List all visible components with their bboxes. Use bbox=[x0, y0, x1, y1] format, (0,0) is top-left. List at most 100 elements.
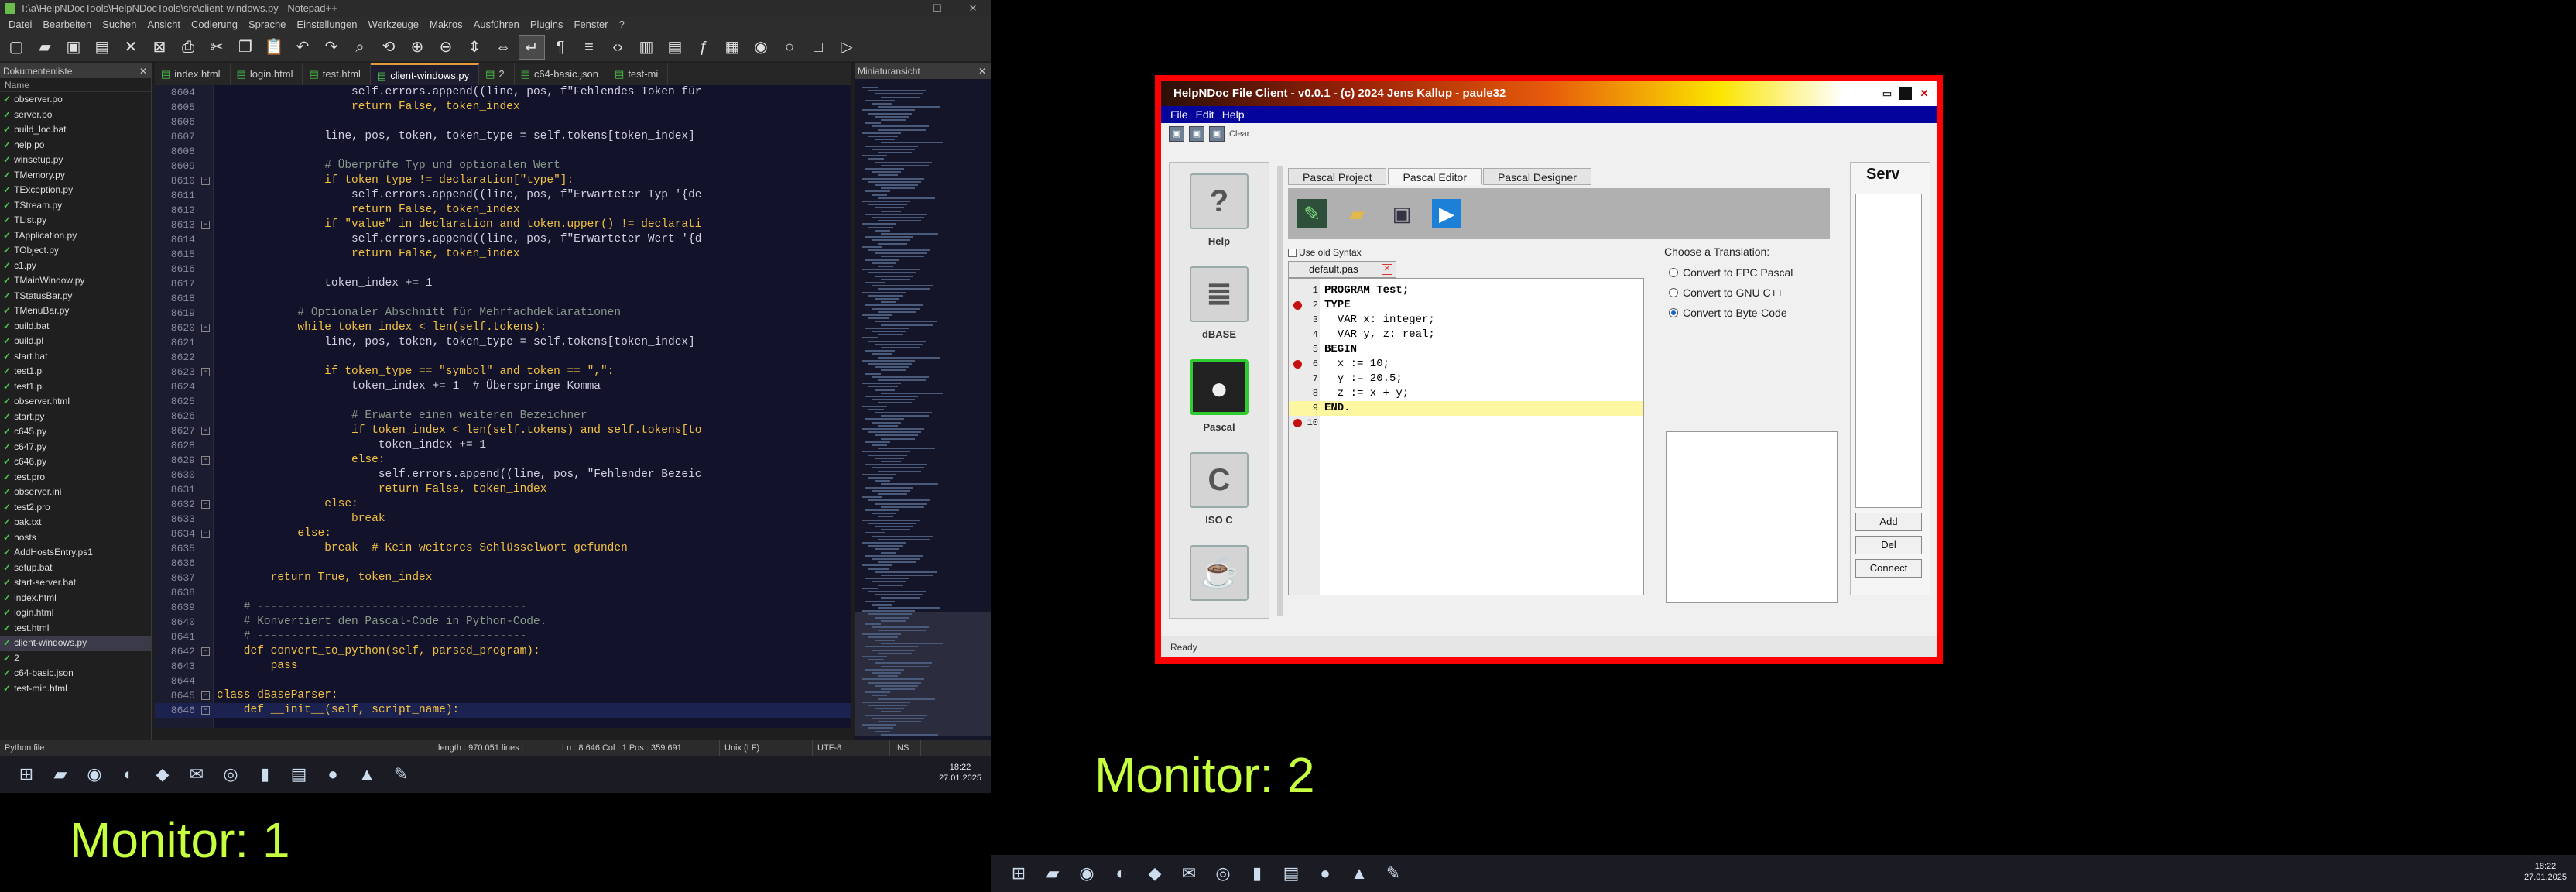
menu-item[interactable]: Werkzeuge bbox=[362, 17, 424, 33]
fold-toggle-icon[interactable]: - bbox=[201, 647, 210, 656]
doclist-item[interactable]: ✓ TMenuBar.py bbox=[0, 304, 151, 319]
chrome-icon[interactable]: ◎ bbox=[1209, 859, 1237, 887]
doclist-item[interactable]: ✓ TException.py bbox=[0, 183, 151, 198]
doclist-item[interactable]: ✓ start.py bbox=[0, 410, 151, 425]
translation-option[interactable]: Convert to Byte-Code bbox=[1664, 303, 1842, 323]
edge-icon[interactable]: ◐ bbox=[115, 760, 142, 788]
doclist-item[interactable]: ✓ AddHostsEntry.ps1 bbox=[0, 545, 151, 561]
paw-icon[interactable]: ● bbox=[1190, 359, 1249, 415]
server-list[interactable] bbox=[1855, 194, 1922, 508]
document-minimap[interactable] bbox=[855, 79, 991, 740]
menu-item[interactable]: Suchen bbox=[97, 17, 142, 33]
database-icon[interactable]: ≣ bbox=[1190, 266, 1249, 322]
doc-map-icon[interactable]: ▥ bbox=[633, 35, 659, 60]
chrome-icon[interactable]: ◎ bbox=[217, 760, 245, 788]
firefox-icon[interactable]: ◉ bbox=[80, 760, 108, 788]
file-tab[interactable]: default.pas ✕ bbox=[1288, 261, 1396, 278]
app-blue-icon[interactable]: ◆ bbox=[1141, 859, 1169, 887]
sidebar-item[interactable]: ? Help bbox=[1180, 173, 1258, 247]
print-icon[interactable]: ⎙ bbox=[175, 35, 201, 60]
doclist-item[interactable]: ✓ observer.html bbox=[0, 394, 151, 410]
terminal-icon[interactable]: ▮ bbox=[251, 760, 279, 788]
tab-pascal-designer[interactable]: Pascal Designer bbox=[1482, 168, 1591, 185]
doclist-item[interactable]: ✓ observer.po bbox=[0, 92, 151, 108]
add-button[interactable]: Add bbox=[1855, 513, 1922, 531]
doclist-item[interactable]: ✓ TList.py bbox=[0, 213, 151, 228]
translation-option[interactable]: Convert to GNU C++ bbox=[1664, 283, 1842, 303]
doclist-item[interactable]: ✓ test.pro bbox=[0, 470, 151, 485]
replace-icon[interactable]: ⟲ bbox=[375, 35, 402, 60]
doclist-item[interactable]: ✓ setup.bat bbox=[0, 561, 151, 576]
menu-item[interactable]: ? bbox=[614, 17, 630, 33]
app-icon[interactable]: ▲ bbox=[1345, 859, 1373, 887]
close-icon[interactable]: ✕ bbox=[1918, 87, 1930, 100]
play-icon[interactable]: ▷ bbox=[834, 35, 860, 60]
open-folder-icon[interactable]: ▰ bbox=[32, 35, 58, 60]
maximize-icon[interactable]: ☐ bbox=[920, 0, 955, 17]
radio-button[interactable] bbox=[1669, 308, 1678, 317]
app-menu-item[interactable]: File bbox=[1170, 106, 1196, 123]
doclist-item[interactable]: ✓ hosts bbox=[0, 530, 151, 546]
doclist-item[interactable]: ✓ build.pl bbox=[0, 334, 151, 349]
close-tab-icon[interactable]: ✕ bbox=[1382, 264, 1392, 275]
tab-pascal-editor[interactable]: Pascal Editor bbox=[1388, 168, 1482, 185]
redo-icon[interactable]: ↷ bbox=[318, 35, 344, 60]
fold-toggle-icon[interactable]: - bbox=[201, 221, 210, 229]
file-tab[interactable]: ▤ test.html bbox=[303, 63, 371, 85]
fold-toggle-icon[interactable]: - bbox=[201, 500, 210, 509]
doclist-item[interactable]: ✓ 2 bbox=[0, 651, 151, 667]
sidebar-item[interactable]: C ISO C bbox=[1180, 452, 1258, 526]
paste-icon[interactable]: 📋 bbox=[261, 35, 287, 60]
connect-button[interactable]: Connect bbox=[1855, 559, 1922, 578]
github-icon[interactable]: ● bbox=[1311, 859, 1339, 887]
fold-toggle-icon[interactable]: - bbox=[201, 177, 210, 185]
close-panel-icon[interactable]: ✕ bbox=[139, 63, 147, 79]
doclist-item[interactable]: ✓ help.po bbox=[0, 138, 151, 153]
doclist-item[interactable]: ✓ index.html bbox=[0, 591, 151, 606]
minimize-icon[interactable]: ▭ bbox=[1881, 87, 1893, 100]
sidebar-item[interactable]: ≣ dBASE bbox=[1180, 266, 1258, 340]
close-icon[interactable]: ✕ bbox=[118, 35, 144, 60]
tab-pascal-project[interactable]: Pascal Project bbox=[1288, 168, 1387, 185]
mail-icon[interactable]: ✉ bbox=[1175, 859, 1203, 887]
file-tab[interactable]: ▤ client-windows.py bbox=[370, 63, 480, 85]
new-file-icon[interactable]: ▢ bbox=[3, 35, 29, 60]
doclist-item[interactable]: ✓ TApplication.py bbox=[0, 228, 151, 244]
fold-toggle-icon[interactable]: - bbox=[201, 691, 210, 700]
file-tab[interactable]: ▤ index.html bbox=[155, 63, 231, 85]
fold-toggle-icon[interactable]: - bbox=[201, 706, 210, 715]
doclist-item[interactable]: ✓ build.bat bbox=[0, 319, 151, 334]
doclist-item[interactable]: ✓ test1.pl bbox=[0, 379, 151, 395]
translation-option[interactable]: Convert to FPC Pascal bbox=[1664, 262, 1842, 283]
stop-icon[interactable]: □ bbox=[805, 35, 831, 60]
app-icon[interactable]: ▲ bbox=[353, 760, 381, 788]
windows-start-icon[interactable]: ⊞ bbox=[12, 760, 40, 788]
menu-item[interactable]: Ansicht bbox=[142, 17, 186, 33]
radio-button[interactable] bbox=[1669, 268, 1678, 277]
doclist-item[interactable]: ✓ c647.py bbox=[0, 440, 151, 455]
save-icon[interactable]: ▣ bbox=[1387, 199, 1416, 228]
doclist-item[interactable]: ✓ TStream.py bbox=[0, 198, 151, 214]
radio-button[interactable] bbox=[1669, 288, 1678, 297]
sidebar-splitter[interactable] bbox=[1277, 166, 1283, 616]
find-icon[interactable]: ⌕ bbox=[347, 35, 373, 60]
output-box[interactable] bbox=[1666, 431, 1838, 603]
checkbox-box[interactable] bbox=[1288, 249, 1297, 258]
clear-button[interactable]: Clear bbox=[1229, 129, 1249, 139]
sync-h-icon[interactable]: ⇔ bbox=[490, 35, 516, 60]
doclist-item[interactable]: ✓ TStatusBar.py bbox=[0, 289, 151, 304]
new-file-icon[interactable]: ✎ bbox=[1297, 199, 1327, 228]
save-all-icon[interactable]: ▤ bbox=[89, 35, 115, 60]
doclist-item[interactable]: ✓ server.po bbox=[0, 108, 151, 123]
run-icon[interactable]: ▶ bbox=[1432, 199, 1461, 228]
notepad-icon[interactable]: ▤ bbox=[1277, 859, 1305, 887]
file-tab[interactable]: ▤ c64-basic.json bbox=[515, 63, 609, 85]
fold-toggle-icon[interactable]: - bbox=[201, 368, 210, 376]
windows-start-icon[interactable]: ⊞ bbox=[1005, 859, 1033, 887]
maximize-icon[interactable] bbox=[1899, 87, 1912, 100]
save-icon[interactable]: ▣ bbox=[60, 35, 87, 60]
func-list-icon[interactable]: ƒ bbox=[690, 35, 717, 60]
doclist-item[interactable]: ✓ TMemory.py bbox=[0, 168, 151, 184]
menu-item[interactable]: Codierung bbox=[186, 17, 243, 33]
doclist-item[interactable]: ✓ TObject.py bbox=[0, 243, 151, 259]
